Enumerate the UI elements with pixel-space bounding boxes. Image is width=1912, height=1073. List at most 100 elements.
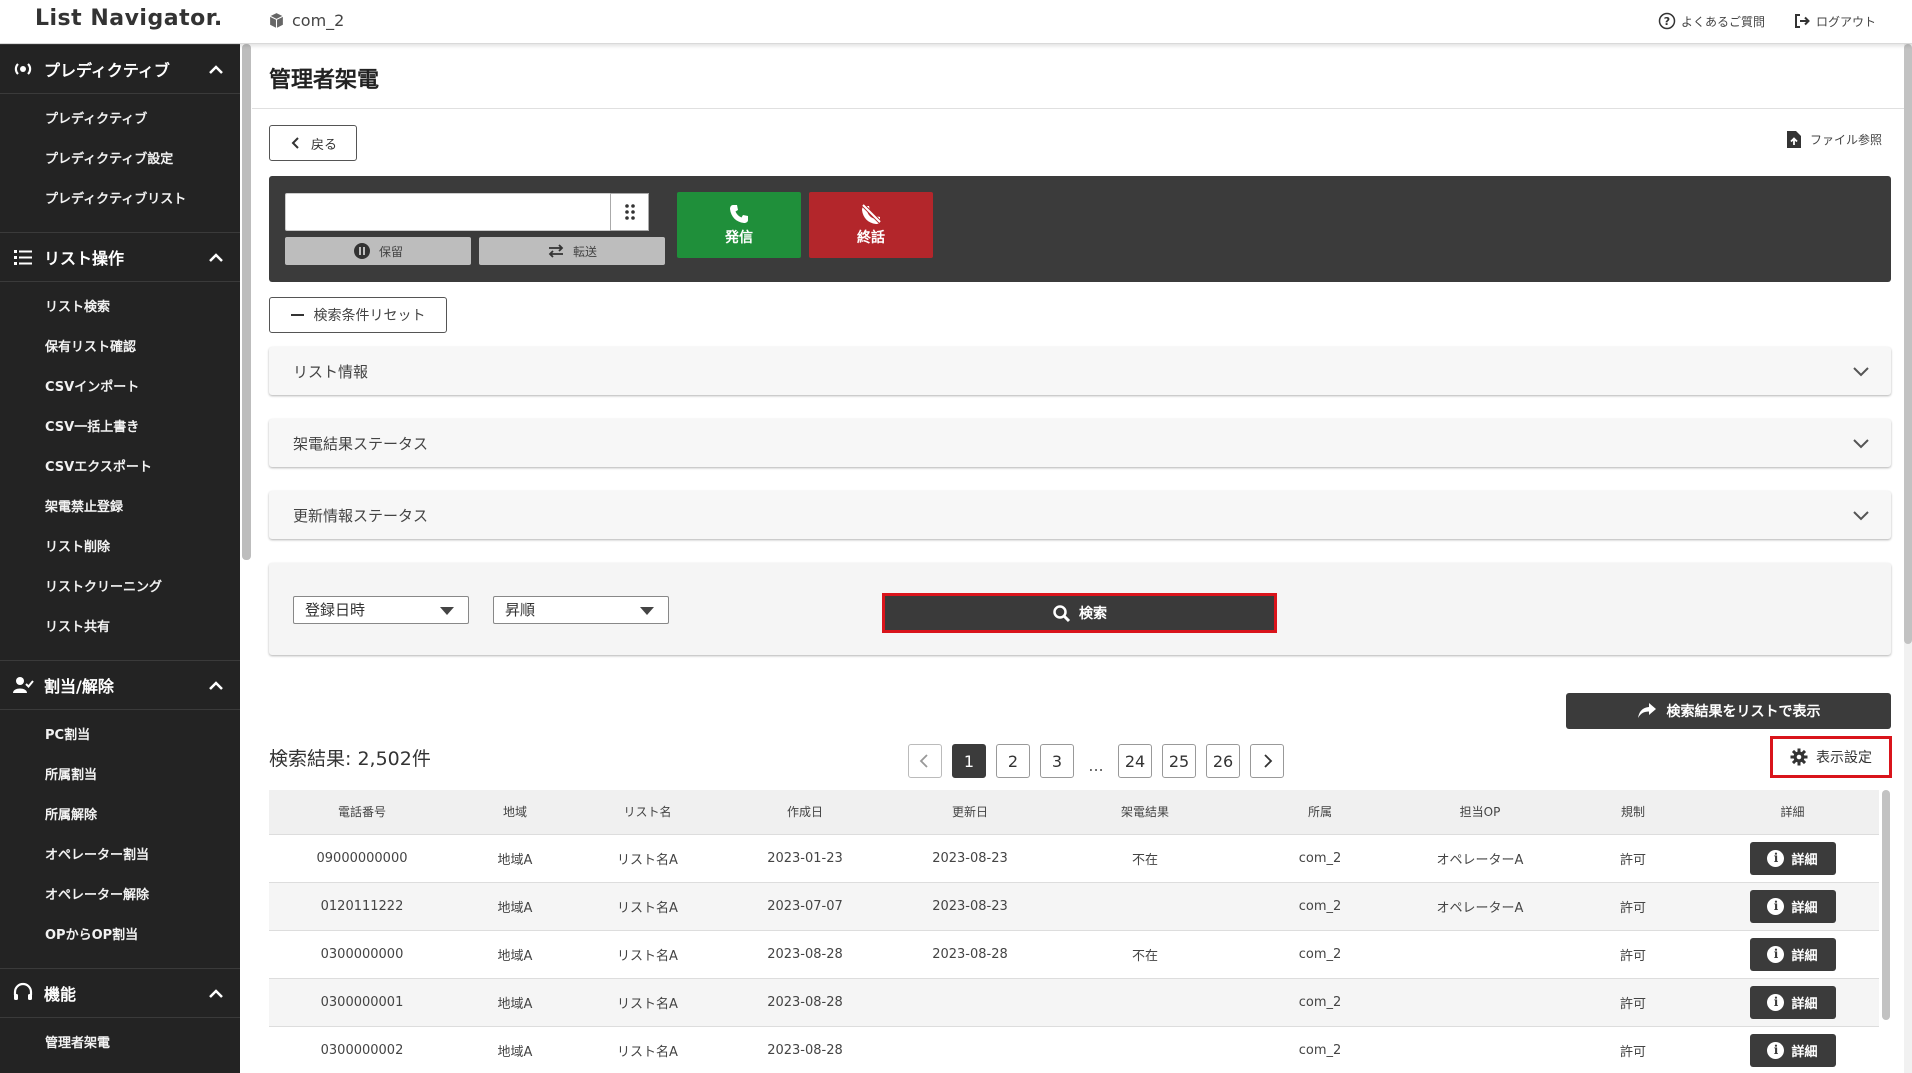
faq-link[interactable]: ? よくあるご質問 <box>1658 12 1765 30</box>
sort-field-select[interactable]: 登録日時 <box>293 596 469 624</box>
sidebar-item-pc-assign[interactable]: PC割当 <box>0 716 240 756</box>
next-page-button[interactable] <box>1250 744 1284 778</box>
col-header-detail: 詳細 <box>1706 790 1879 835</box>
sidebar-item-operator-release[interactable]: オペレーター解除 <box>0 876 240 916</box>
col-header-call-result[interactable]: 架電結果 <box>1050 790 1240 835</box>
sidebar-item-predictive-settings[interactable]: プレディクティブ設定 <box>0 140 240 180</box>
table-row: 09000000000 地域A リスト名A 2023-01-23 2023-08… <box>269 834 1879 883</box>
cell-list-name: リスト名A <box>575 834 720 883</box>
sidebar-item-list-share[interactable]: リスト共有 <box>0 608 240 648</box>
detail-button[interactable]: i 詳細 <box>1749 937 1836 971</box>
sidebar-section-assign[interactable]: 割当/解除 <box>0 660 240 710</box>
col-header-created[interactable]: 作成日 <box>720 790 890 835</box>
sidebar-section-predictive[interactable]: プレディクティブ <box>0 44 240 94</box>
logout-link[interactable]: ログアウト <box>1793 12 1876 30</box>
keypad-button[interactable] <box>610 193 649 231</box>
sidebar-item-predictive-list[interactable]: プレディクティブリスト <box>0 180 240 220</box>
cell-restriction: 許可 <box>1560 834 1706 883</box>
page-scrollbar-thumb[interactable] <box>1904 44 1912 644</box>
cell-restriction: 許可 <box>1560 978 1706 1027</box>
detail-label: 詳細 <box>1791 1044 1818 1060</box>
headset-icon <box>12 982 34 1004</box>
sidebar-item-group-assign[interactable]: 所属割当 <box>0 756 240 796</box>
sidebar-item-admin-call[interactable]: 管理者架電 <box>0 1024 240 1064</box>
page-button[interactable]: 2 <box>996 744 1030 778</box>
detail-button[interactable]: i 詳細 <box>1749 841 1836 875</box>
cell-list-name: リスト名A <box>575 882 720 931</box>
cell-created: 2023-08-28 <box>720 1026 890 1073</box>
faq-label: よくあるご質問 <box>1680 14 1765 29</box>
sidebar-item-owned-lists[interactable]: 保有リスト確認 <box>0 328 240 368</box>
col-header-group[interactable]: 所属 <box>1240 790 1400 835</box>
col-header-updated[interactable]: 更新日 <box>890 790 1050 835</box>
sidebar-item-csv-import[interactable]: CSVインポート <box>0 368 240 408</box>
accordion-update-status[interactable]: 更新情報ステータス <box>269 491 1891 539</box>
col-header-restriction[interactable]: 規制 <box>1560 790 1706 835</box>
prev-page-button[interactable] <box>908 744 942 778</box>
sidebar-item-call-block[interactable]: 架電禁止登録 <box>0 488 240 528</box>
back-button[interactable]: 戻る <box>269 125 357 161</box>
transfer-icon <box>548 244 564 258</box>
sidebar-item-list-search[interactable]: リスト検索 <box>0 288 240 328</box>
detail-button[interactable]: i 詳細 <box>1749 889 1836 923</box>
file-browse-link[interactable]: ファイル参照 <box>1786 130 1882 149</box>
col-header-region[interactable]: 地域 <box>455 790 575 835</box>
phone-number-input[interactable] <box>285 193 627 231</box>
cell-operator <box>1400 978 1560 1027</box>
sidebar-item-csv-overwrite[interactable]: CSV一括上書き <box>0 408 240 448</box>
sidebar-item-list-delete[interactable]: リスト削除 <box>0 528 240 568</box>
caret-down-icon <box>440 607 454 615</box>
col-header-phone[interactable]: 電話番号 <box>269 790 455 835</box>
detail-label: 詳細 <box>1791 948 1818 964</box>
detail-button[interactable]: i 詳細 <box>1749 1033 1836 1067</box>
hold-button[interactable]: 保留 <box>285 237 471 265</box>
sidebar-item-operator-assign[interactable]: オペレーター割当 <box>0 836 240 876</box>
page-button[interactable]: 1 <box>952 744 986 778</box>
page-button[interactable]: 3 <box>1040 744 1074 778</box>
hangup-label: 終話 <box>857 230 885 246</box>
sidebar-section-features[interactable]: 機能 <box>0 968 240 1018</box>
cell-region: 地域A <box>455 1026 575 1073</box>
cell-phone: 09000000000 <box>269 834 455 883</box>
reset-search-button[interactable]: 検索条件リセット <box>269 297 447 333</box>
dial-button[interactable]: 発信 <box>677 192 801 258</box>
sidebar-item-csv-export[interactable]: CSVエクスポート <box>0 448 240 488</box>
results-table: 電話番号 地域 リスト名 作成日 更新日 架電結果 所属 担当OP 規制 詳細 … <box>269 790 1879 1073</box>
chevron-down-icon <box>1853 439 1869 449</box>
page-button[interactable]: 24 <box>1118 744 1152 778</box>
page-button[interactable]: 26 <box>1206 744 1240 778</box>
page-button[interactable]: 25 <box>1162 744 1196 778</box>
sidebar-item-op-to-op[interactable]: OPからOP割当 <box>0 916 240 956</box>
accordion-label: 更新情報ステータス <box>293 506 429 525</box>
table-scrollbar[interactable] <box>1882 790 1890 1020</box>
sidebar-item-list-cleaning[interactable]: リストクリーニング <box>0 568 240 608</box>
cell-phone: 0300000002 <box>269 1026 455 1073</box>
app-logo[interactable]: List Navigator. <box>35 6 223 31</box>
table-row: 0300000000 地域A リスト名A 2023-08-28 2023-08-… <box>269 930 1879 979</box>
page-scrollbar[interactable] <box>1904 44 1912 1073</box>
detail-button[interactable]: i 詳細 <box>1749 985 1836 1019</box>
cell-group: com_2 <box>1240 834 1400 883</box>
chevron-left-icon <box>919 754 928 768</box>
search-button[interactable]: 検索 <box>882 593 1277 633</box>
accordion-list-info[interactable]: リスト情報 <box>269 347 1891 395</box>
show-results-as-list-button[interactable]: 検索結果をリストで表示 <box>1566 693 1891 729</box>
cell-phone: 0300000001 <box>269 978 455 1027</box>
transfer-button[interactable]: 転送 <box>479 237 665 265</box>
chevron-left-icon <box>291 137 299 149</box>
main-content: 管理者架電 戻る ファイル参照 保留 転送 発信 終話 検索条件リセット リスト… <box>252 44 1906 1073</box>
sort-order-select[interactable]: 昇順 <box>493 596 669 624</box>
info-icon: i <box>1767 993 1785 1011</box>
display-settings-button[interactable]: 表示設定 <box>1770 736 1892 778</box>
table-row: 0300000002 地域A リスト名A 2023-08-28 com_2 許可… <box>269 1026 1879 1073</box>
col-header-operator[interactable]: 担当OP <box>1400 790 1560 835</box>
sidebar-scrollbar[interactable] <box>242 44 251 560</box>
hangup-button[interactable]: 終話 <box>809 192 933 258</box>
sidebar-section-list-ops[interactable]: リスト操作 <box>0 232 240 282</box>
col-header-list-name[interactable]: リスト名 <box>575 790 720 835</box>
sidebar-item-group-release[interactable]: 所属解除 <box>0 796 240 836</box>
info-icon: i <box>1767 1041 1785 1059</box>
cell-phone: 0120111222 <box>269 882 455 931</box>
sidebar-item-predictive[interactable]: プレディクティブ <box>0 100 240 140</box>
accordion-call-result-status[interactable]: 架電結果ステータス <box>269 419 1891 467</box>
